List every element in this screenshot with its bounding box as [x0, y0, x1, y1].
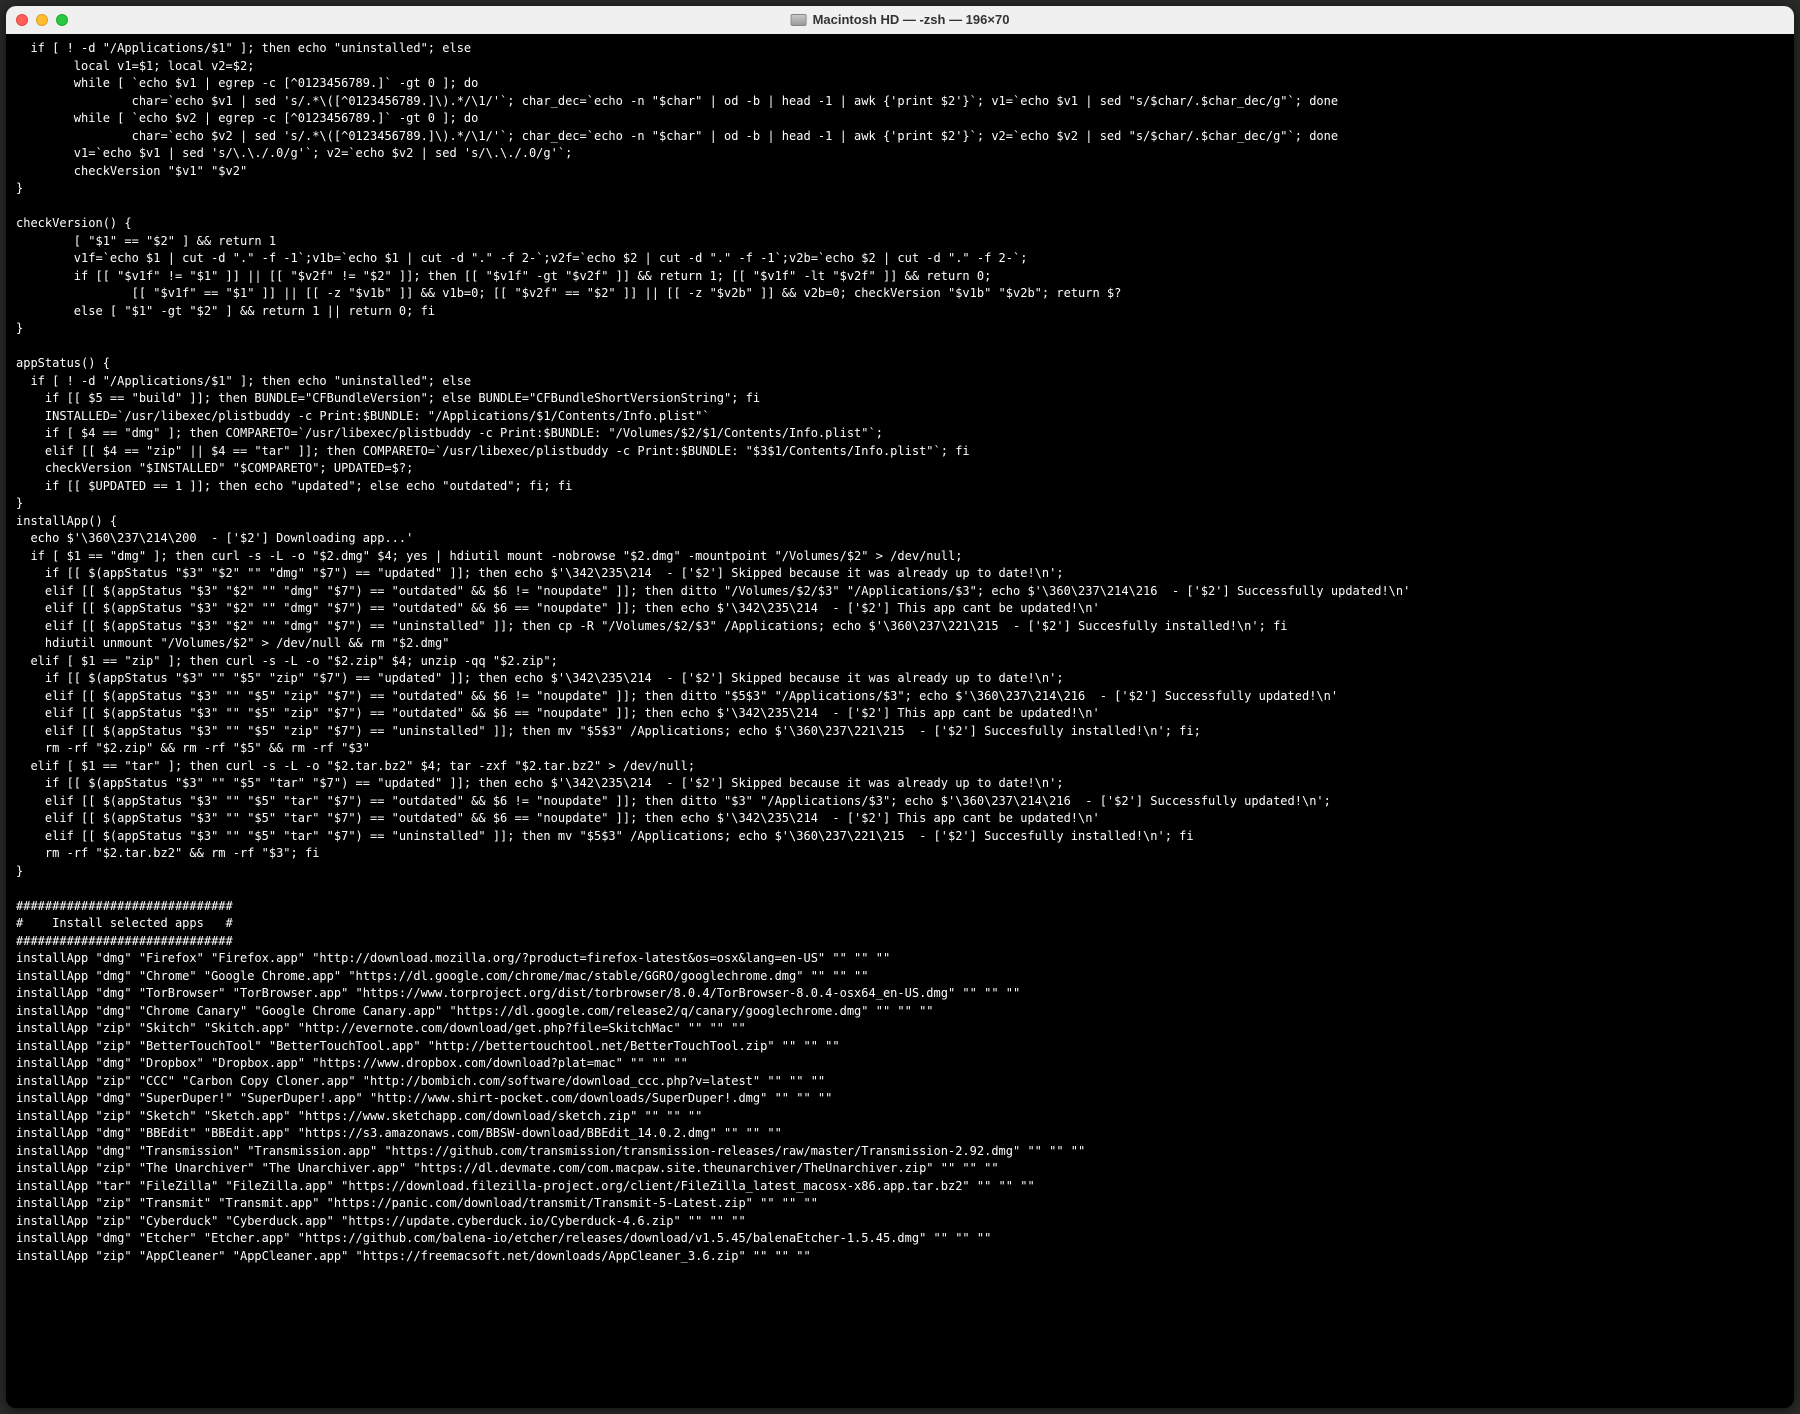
window-title: Macintosh HD — -zsh — 196×70	[791, 11, 1010, 29]
window-title-text: Macintosh HD — -zsh — 196×70	[813, 11, 1010, 29]
disk-icon	[791, 14, 807, 26]
close-icon[interactable]	[16, 14, 28, 26]
terminal-window: Macintosh HD — -zsh — 196×70 if [ ! -d "…	[6, 6, 1794, 1408]
traffic-lights	[16, 14, 68, 26]
minimize-icon[interactable]	[36, 14, 48, 26]
terminal-output[interactable]: if [ ! -d "/Applications/$1" ]; then ech…	[6, 34, 1794, 1408]
titlebar: Macintosh HD — -zsh — 196×70	[6, 6, 1794, 34]
maximize-icon[interactable]	[56, 14, 68, 26]
